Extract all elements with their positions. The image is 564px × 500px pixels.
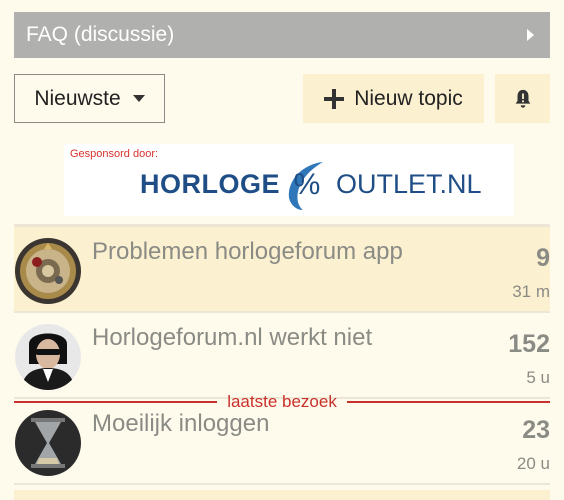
topic-title[interactable]: Problemen horlogeforum app xyxy=(92,238,403,266)
activity-age[interactable]: 5 u xyxy=(526,368,550,388)
new-topic-button[interactable]: Nieuw topic xyxy=(303,74,484,123)
topic-title[interactable]: Horlogeforum.nl werkt niet xyxy=(92,324,372,352)
sort-label: Nieuwste xyxy=(34,86,121,110)
reply-count[interactable]: 9 xyxy=(536,244,550,273)
topic-title[interactable]: Moeilijk inloggen xyxy=(92,410,269,438)
last-visit-label: laatste bezoek xyxy=(227,392,337,411)
avatar[interactable] xyxy=(15,238,81,304)
logo-percent-glyph: % xyxy=(294,168,321,201)
category-breadcrumb[interactable]: FAQ (discussie) xyxy=(14,12,550,58)
activity-age[interactable]: 31 m xyxy=(512,282,550,302)
sponsor-banner[interactable]: Gesponsord door: HORLOGE % OUTLET.NL xyxy=(64,144,514,216)
topic-row[interactable]: Problemen horlogeforum app 9 31 m xyxy=(14,227,550,313)
activity-age[interactable]: 20 u xyxy=(517,454,550,474)
plus-icon xyxy=(324,88,345,109)
logo-text-horloge: HORLOGE xyxy=(140,168,281,199)
new-topic-label: Nieuw topic xyxy=(354,86,463,110)
sponsor-logo: HORLOGE % OUTLET.NL xyxy=(140,156,482,212)
topic-row[interactable]: Horlogeforum.nl werkt niet 152 5 u xyxy=(14,313,550,399)
bell-icon xyxy=(515,89,530,108)
reply-count[interactable]: 23 xyxy=(522,416,550,445)
chevron-right-icon xyxy=(527,29,534,41)
topic-list: Problemen horlogeforum app 9 31 m Horlog… xyxy=(14,224,550,485)
avatar[interactable] xyxy=(15,324,81,390)
sort-dropdown[interactable]: Nieuwste xyxy=(14,74,165,123)
next-topic-row-partial[interactable] xyxy=(14,490,550,500)
last-visit-divider: laatste bezoek xyxy=(14,392,551,412)
category-name: FAQ (discussie) xyxy=(26,23,175,46)
notifications-button[interactable] xyxy=(495,74,550,123)
avatar[interactable] xyxy=(15,410,81,476)
caret-down-icon xyxy=(132,95,145,102)
percent-logo-icon: % xyxy=(288,162,324,210)
logo-text-outlet: OUTLET.NL xyxy=(336,168,482,199)
reply-count[interactable]: 152 xyxy=(508,330,550,359)
